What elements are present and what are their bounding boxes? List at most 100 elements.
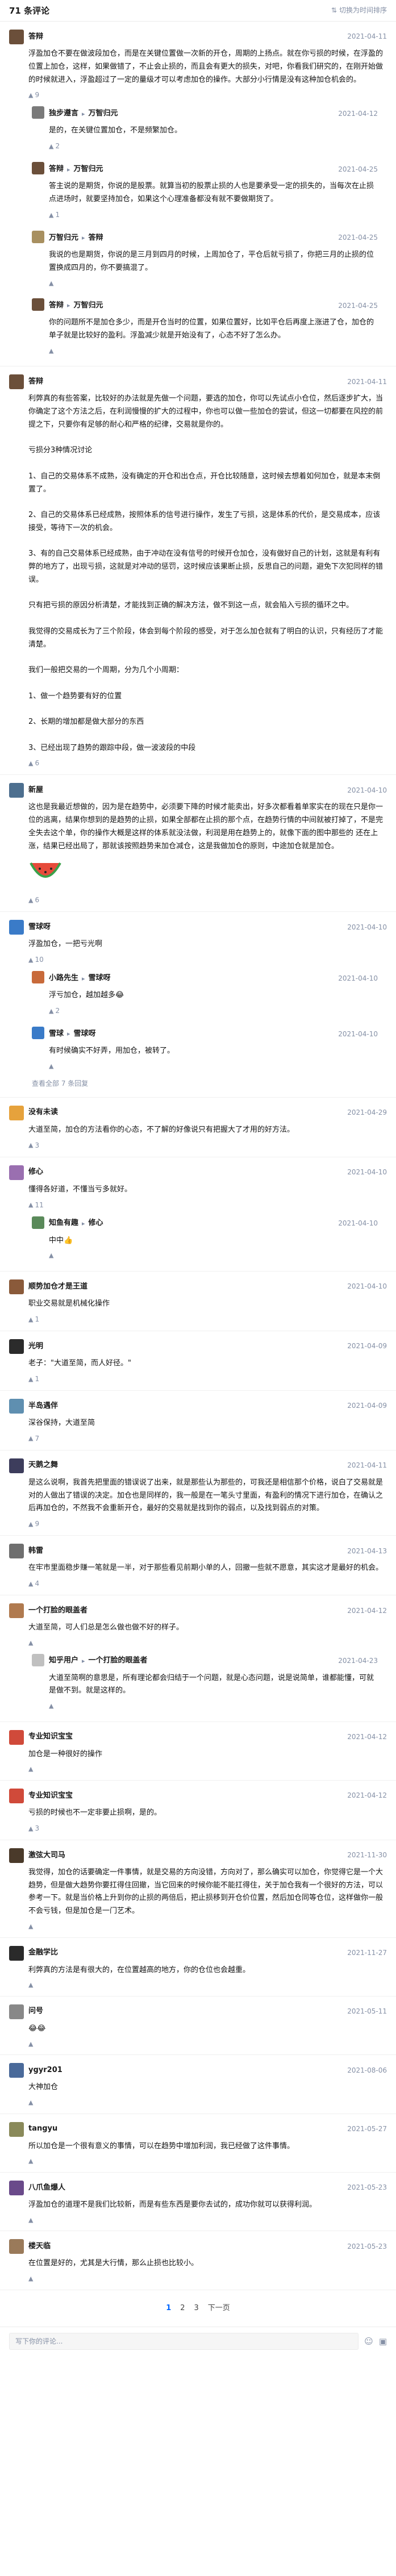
author-name[interactable]: 没有未读 [28,1107,58,1119]
avatar[interactable] [9,1603,24,1619]
like-button[interactable]: ▲ 9 [28,1519,39,1529]
avatar[interactable] [9,1789,24,1804]
author-name[interactable]: 韩雷 [28,1545,43,1557]
author-name[interactable]: 光明 [28,1341,43,1353]
next-page-button[interactable]: 下一页 [208,2303,230,2315]
like-button[interactable]: ▲ [28,1921,33,1932]
reply-to-name[interactable]: 万智归元 [89,108,118,120]
like-button[interactable]: ▲ [49,346,53,356]
author-name[interactable]: 雪球呀 [28,922,51,933]
like-button[interactable]: ▲ [28,1638,33,1648]
avatar[interactable] [9,374,24,390]
reply-to-name[interactable]: 修心 [89,1218,103,1229]
avatar[interactable] [9,2180,24,2195]
author-name[interactable]: 问号 [28,2006,43,2018]
like-button[interactable]: ▲ 3 [28,1823,39,1834]
like-button[interactable]: ▲ 9 [28,90,39,101]
author-name[interactable]: 雪球 [49,1028,64,1040]
like-button[interactable]: ▲ [28,1980,33,1990]
reply-to-name[interactable]: 一个打脸的眼盖者 [89,1655,148,1667]
author-name[interactable]: 独步遵言 [49,108,78,120]
comment-input[interactable]: 写下你的评论... [9,2333,359,2350]
avatar[interactable] [32,106,44,119]
avatar[interactable] [9,1458,24,1473]
reply-to-name[interactable]: 雪球呀 [74,1028,96,1040]
author-name[interactable]: 知鱼有趣 [49,1218,78,1229]
like-button[interactable]: ▲ [28,2156,33,2166]
author-name[interactable]: 修心 [28,1166,43,1178]
avatar[interactable] [32,162,44,175]
author-name[interactable]: 半岛遇伴 [28,1400,58,1412]
avatar[interactable] [32,231,44,244]
avatar[interactable] [9,1279,24,1295]
avatar[interactable] [9,920,24,935]
avatar[interactable] [9,1339,24,1354]
avatar[interactable] [32,298,44,311]
avatar[interactable] [9,30,24,44]
avatar[interactable] [9,1848,24,1863]
like-button[interactable]: ▲ 1 [28,1314,39,1325]
view-more-replies-link[interactable]: 查看全部 7 条回复 [32,1078,387,1091]
avatar[interactable] [9,1105,24,1120]
avatar[interactable] [9,1729,24,1745]
like-button[interactable]: ▲ 10 [28,954,44,965]
author-name[interactable]: 答辩 [49,300,64,312]
author-name[interactable]: 答辩 [28,376,43,388]
like-button[interactable]: ▲ 4 [28,1578,39,1589]
author-name[interactable]: tangyu [28,2123,57,2135]
author-name[interactable]: 天鹅之舞 [28,1460,58,1472]
avatar[interactable] [32,971,44,984]
avatar[interactable] [9,2121,24,2137]
like-button[interactable]: ▲ 11 [28,1200,44,1211]
author-name[interactable]: 八爪鱼爆人 [28,2182,65,2194]
author-name[interactable]: 答辩 [28,31,43,43]
like-button[interactable]: ▲ 2 [49,141,60,152]
author-name[interactable]: 一个打脸的眼盖者 [28,1605,87,1617]
author-name[interactable]: 激弦大司马 [28,1850,65,1862]
like-button[interactable]: ▲ 1 [28,1374,39,1385]
author-name[interactable]: ygyr201 [28,2065,62,2077]
avatar[interactable] [9,783,24,798]
avatar[interactable] [9,2004,24,2019]
author-name[interactable]: 小路先生 [49,973,78,985]
reply-to-name[interactable]: 万智归元 [74,300,103,312]
author-name[interactable]: 万智归元 [49,232,78,244]
author-name[interactable]: 楼天临 [28,2241,51,2253]
like-button[interactable]: ▲ 6 [28,895,39,906]
avatar[interactable] [9,1544,24,1559]
like-button[interactable]: ▲ [28,2039,33,2049]
page-number-button[interactable]: 1 [166,2303,171,2315]
avatar[interactable] [9,2239,24,2254]
avatar[interactable] [32,1216,44,1229]
author-name[interactable]: 知乎用户 [49,1655,78,1667]
avatar[interactable] [9,2063,24,2078]
like-button[interactable]: ▲ 3 [28,1140,39,1151]
like-button[interactable]: ▲ [28,2098,33,2108]
like-button[interactable]: ▲ [28,2274,33,2284]
author-name[interactable]: 答辩 [49,164,64,176]
reply-to-name[interactable]: 万智归元 [74,164,103,176]
image-icon[interactable]: ▣ [379,2335,387,2348]
like-button[interactable]: ▲ 1 [49,210,60,220]
avatar[interactable] [32,1027,44,1040]
like-button[interactable]: ▲ 7 [28,1433,39,1444]
author-name[interactable]: 专业知识宝宝 [28,1731,73,1743]
avatar[interactable] [9,1398,24,1414]
author-name[interactable]: 金融学比 [28,1947,58,1959]
author-name[interactable]: 专业知识宝宝 [28,1790,73,1802]
like-button[interactable]: ▲ 6 [28,758,39,769]
author-name[interactable]: 顺势加仓才是王道 [28,1281,87,1293]
like-button[interactable]: ▲ 2 [49,1006,60,1016]
page-number-button[interactable]: 3 [194,2303,199,2315]
emoji-icon[interactable]: ☺ [364,2335,373,2348]
page-number-button[interactable]: 2 [180,2303,185,2315]
like-button[interactable]: ▲ [49,1061,53,1072]
avatar[interactable] [32,1653,44,1666]
like-button[interactable]: ▲ [28,1764,33,1774]
author-name[interactable]: 新屋 [28,785,43,797]
reply-to-name[interactable]: 雪球呀 [89,973,111,985]
reply-to-name[interactable]: 答辩 [89,232,103,244]
sort-switch-button[interactable]: ⇅ 切换为时间排序 [331,5,387,16]
avatar[interactable] [9,1945,24,1961]
like-button[interactable]: ▲ [28,2215,33,2225]
